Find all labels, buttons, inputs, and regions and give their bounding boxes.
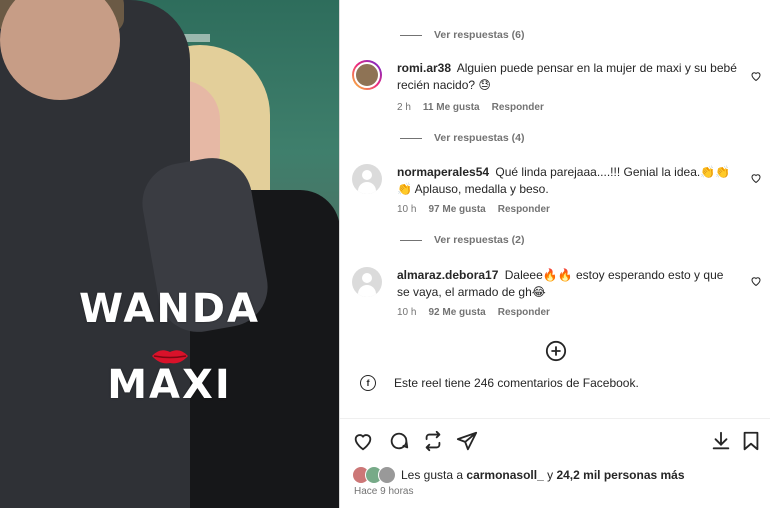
add-circle-icon[interactable] — [545, 340, 567, 362]
view-replies-label: Ver respuestas (2) — [434, 234, 525, 246]
video-title-line2: MAXI — [107, 362, 232, 408]
view-replies-link[interactable]: Ver respuestas (2) — [400, 234, 524, 246]
heart-icon[interactable] — [352, 430, 374, 452]
bookmark-icon[interactable] — [740, 430, 762, 452]
avatar[interactable] — [352, 164, 382, 194]
comment-text-block: almaraz.debora17 Daleee🔥🔥 estoy esperand… — [397, 267, 737, 301]
avatar[interactable] — [352, 267, 382, 297]
repost-icon[interactable] — [422, 430, 444, 452]
heart-icon[interactable] — [750, 172, 762, 184]
facebook-note-text: Este reel tiene 246 comentarios de Faceb… — [394, 376, 639, 390]
reel-video[interactable]: WANDA MAXI — [0, 0, 339, 508]
facebook-icon: f — [360, 375, 376, 391]
comment-username[interactable]: romi.ar38 — [397, 61, 451, 75]
view-replies-label: Ver respuestas (6) — [434, 29, 525, 41]
comment-likes[interactable]: 97 Me gusta — [428, 204, 485, 215]
video-title-line1: WANDA — [79, 286, 260, 332]
replies-line — [400, 239, 422, 241]
liked-count[interactable]: 24,2 mil personas más — [556, 468, 684, 482]
comment-likes[interactable]: 92 Me gusta — [428, 307, 485, 318]
replies-line — [400, 34, 422, 36]
view-replies-link[interactable]: Ver respuestas (6) — [400, 29, 524, 41]
avatar[interactable] — [352, 60, 382, 90]
comment-time: 2 h — [397, 102, 411, 113]
heart-icon[interactable] — [750, 275, 762, 287]
comment-meta: 2 h 11 Me gusta Responder — [397, 102, 544, 113]
likes-text: Les gusta a carmonasoll_ y 24,2 mil pers… — [401, 468, 685, 482]
liked-prefix: Les gusta a — [401, 468, 464, 482]
comment-time: 10 h — [397, 204, 417, 215]
comment-text-block: normaperales54 Qué linda parejaaa....!!!… — [397, 164, 737, 198]
comment-username[interactable]: normaperales54 — [397, 165, 489, 179]
liked-user[interactable]: carmonasoll_ — [466, 468, 543, 482]
comment-likes[interactable]: 11 Me gusta — [423, 102, 480, 113]
comment-meta: 10 h 97 Me gusta Responder — [397, 204, 550, 215]
download-icon[interactable] — [710, 430, 732, 452]
reply-button[interactable]: Responder — [498, 307, 550, 318]
comment-meta: 10 h 92 Me gusta Responder — [397, 307, 550, 318]
view-replies-link[interactable]: Ver respuestas (4) — [400, 132, 524, 144]
comment-username[interactable]: almaraz.debora17 — [397, 268, 498, 282]
view-replies-label: Ver respuestas (4) — [434, 132, 525, 144]
share-icon[interactable] — [456, 430, 478, 452]
action-bar — [352, 430, 762, 456]
liked-suffix: y — [547, 468, 554, 482]
comments-panel: Ver respuestas (6) romi.ar38 Alguien pue… — [340, 0, 770, 508]
comment-text-block: romi.ar38 Alguien puede pensar en la muj… — [397, 60, 737, 94]
heart-icon[interactable] — [750, 70, 762, 82]
reply-button[interactable]: Responder — [492, 102, 544, 113]
facebook-comments-note: f Este reel tiene 246 comentarios de Fac… — [360, 375, 639, 391]
comment-icon[interactable] — [388, 430, 410, 452]
section-divider — [340, 418, 770, 419]
avatar — [378, 466, 396, 484]
likes-summary[interactable]: Les gusta a carmonasoll_ y 24,2 mil pers… — [352, 466, 685, 484]
replies-line — [400, 137, 422, 139]
reply-button[interactable]: Responder — [498, 204, 550, 215]
post-time: Hace 9 horas — [354, 486, 414, 497]
comment-time: 10 h — [397, 307, 417, 318]
